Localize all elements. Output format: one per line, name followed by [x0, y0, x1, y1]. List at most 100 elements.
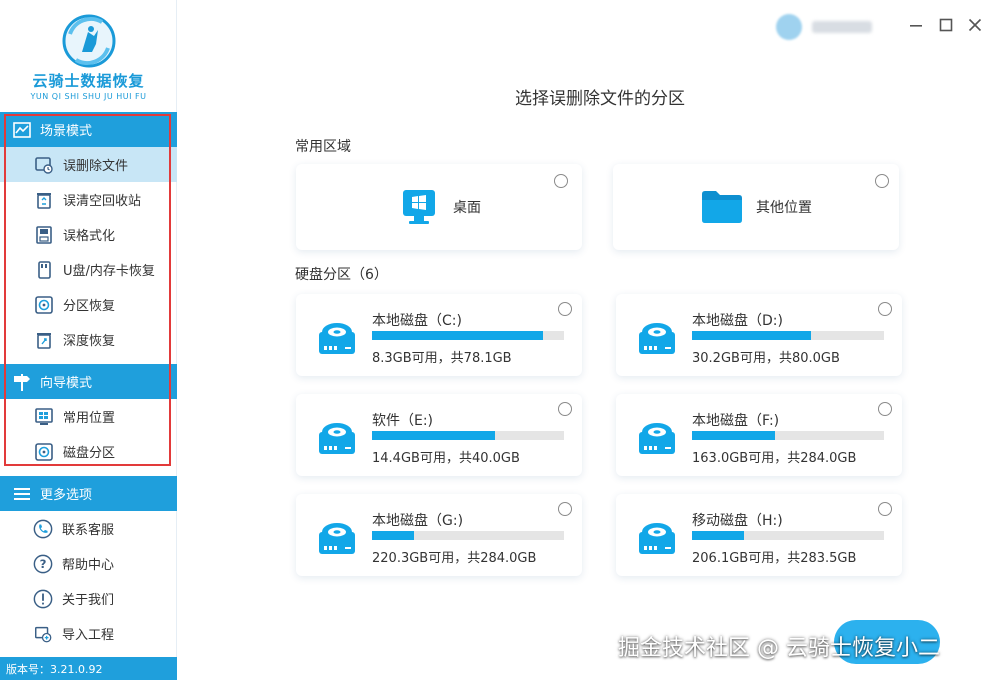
help-icon: ?: [33, 554, 53, 574]
sidebar-item-format[interactable]: 误格式化: [0, 217, 177, 252]
watermark: 掘金技术社区 @ 云骑士恢复小二: [618, 636, 940, 661]
maximize-icon: [939, 18, 953, 32]
recycle-bin-icon: [34, 190, 54, 210]
deep-recovery-icon: [34, 330, 54, 350]
svg-text:?: ?: [40, 557, 47, 571]
minimize-button[interactable]: [905, 14, 927, 36]
disk-card[interactable]: 本地磁盘（D:) 30.2GB可用，共80.0GB: [616, 294, 902, 376]
disk-capacity: 163.0GB可用，共284.0GB: [692, 451, 857, 466]
disk-name: 软件（E:): [372, 413, 434, 429]
disk-card[interactable]: 本地磁盘（C:) 8.3GB可用，共78.1GB: [296, 294, 582, 376]
windows-icon: [34, 407, 54, 427]
disk-usage-bar: [692, 431, 884, 440]
user-account[interactable]: [776, 14, 886, 40]
location-label: 桌面: [453, 200, 481, 216]
sidebar-item-usb-card[interactable]: U盘/内存卡恢复: [0, 252, 177, 287]
disk-capacity: 220.3GB可用，共284.0GB: [372, 551, 537, 566]
knight-logo-icon: [62, 14, 116, 68]
sidebar-item-label: 帮助中心: [62, 558, 115, 573]
hard-disk-icon: [638, 518, 676, 556]
hard-disk-icon: [638, 418, 676, 456]
scene-mode-header[interactable]: 场景模式: [0, 112, 177, 147]
sidebar-item-contact[interactable]: 联系客服: [0, 511, 177, 546]
format-disk-icon: [34, 225, 54, 245]
location-card-desktop[interactable]: 桌面: [296, 164, 582, 250]
desktop-radio[interactable]: [554, 174, 568, 188]
sidebar-item-import[interactable]: 导入工程: [0, 616, 177, 651]
disk-capacity: 30.2GB可用，共80.0GB: [692, 351, 840, 366]
disk-card[interactable]: 本地磁盘（G:) 220.3GB可用，共284.0GB: [296, 494, 582, 576]
disk-radio[interactable]: [558, 302, 572, 316]
disk-card[interactable]: 本地磁盘（F:) 163.0GB可用，共284.0GB: [616, 394, 902, 476]
sidebar-item-deep-recovery[interactable]: 深度恢复: [0, 322, 177, 357]
sidebar-item-about[interactable]: 关于我们: [0, 581, 177, 616]
info-icon: [33, 589, 53, 609]
disk-name: 本地磁盘（G:): [372, 513, 464, 529]
disk-usage-bar: [372, 331, 564, 340]
disk-usage-bar: [372, 431, 564, 440]
location-label: 其他位置: [756, 200, 812, 216]
disk-usage-fill: [372, 431, 495, 440]
disk-usage-fill: [372, 531, 415, 540]
menu-icon: [12, 484, 32, 504]
disk-partition-label: 硬盘分区（6）: [295, 267, 388, 283]
version-label: 版本号：3.21.0.92: [0, 657, 177, 680]
disk-card[interactable]: 移动磁盘（H:) 206.1GB可用，共283.5GB: [616, 494, 902, 576]
sidebar-item-label: 误清空回收站: [63, 194, 142, 209]
disk-name: 本地磁盘（D:): [692, 313, 783, 329]
sidebar-item-label: 误格式化: [63, 229, 116, 244]
disk-capacity: 206.1GB可用，共283.5GB: [692, 551, 857, 566]
usb-card-icon: [34, 260, 54, 280]
sidebar-item-recycle-bin[interactable]: 误清空回收站: [0, 182, 177, 217]
maximize-button[interactable]: [935, 14, 957, 36]
sidebar-item-help[interactable]: ? 帮助中心: [0, 546, 177, 581]
disk-radio[interactable]: [558, 502, 572, 516]
sidebar-item-label: 关于我们: [62, 593, 115, 608]
disk-radio[interactable]: [878, 502, 892, 516]
avatar: [776, 14, 802, 40]
disk-card[interactable]: 软件（E:) 14.4GB可用，共40.0GB: [296, 394, 582, 476]
phone-icon: [33, 519, 53, 539]
page-title: 选择误删除文件的分区: [515, 89, 685, 109]
sidebar: 云骑士数据恢复 YUN QI SHI SHU JU HUI FU 场景模式 误删…: [0, 0, 177, 680]
disk-usage-fill: [692, 331, 812, 340]
signpost-icon: [12, 372, 32, 392]
disk-name: 移动磁盘（H:): [692, 513, 783, 529]
hard-disk-icon: [318, 518, 356, 556]
minimize-icon: [910, 25, 922, 27]
disk-capacity: 14.4GB可用，共40.0GB: [372, 451, 520, 466]
disk-radio[interactable]: [878, 402, 892, 416]
import-icon: [33, 624, 53, 644]
disk-usage-bar: [692, 531, 884, 540]
sidebar-item-label: 联系客服: [62, 523, 115, 538]
app-logo: 云骑士数据恢复 YUN QI SHI SHU JU HUI FU: [0, 0, 177, 112]
sidebar-item-partition[interactable]: 分区恢复: [0, 287, 177, 322]
hard-disk-icon: [318, 318, 356, 356]
sidebar-item-disk-partition[interactable]: 磁盘分区: [0, 434, 177, 469]
sidebar-item-label: 导入工程: [62, 628, 115, 643]
disk-partition-icon: [34, 442, 54, 462]
guide-mode-header[interactable]: 向导模式: [0, 364, 177, 399]
disk-usage-fill: [692, 531, 744, 540]
disk-usage-fill: [372, 331, 543, 340]
scene-mode-label: 场景模式: [40, 124, 93, 139]
more-options-header[interactable]: 更多选项: [0, 476, 177, 511]
sidebar-item-deleted-file[interactable]: 误删除文件: [0, 147, 177, 182]
disk-radio[interactable]: [558, 402, 572, 416]
partition-icon: [34, 295, 54, 315]
sidebar-item-label: 磁盘分区: [63, 446, 116, 461]
app-subtitle: YUN QI SHI SHU JU HUI FU: [30, 92, 147, 101]
disk-name: 本地磁盘（F:): [692, 413, 780, 429]
sidebar-item-label: 误删除文件: [63, 159, 129, 174]
username-blurred: [812, 21, 872, 33]
app-title: 云骑士数据恢复: [32, 72, 145, 90]
disk-usage-bar: [372, 531, 564, 540]
other-location-radio[interactable]: [875, 174, 889, 188]
close-icon: [968, 18, 982, 32]
location-card-other[interactable]: 其他位置: [613, 164, 899, 250]
disk-radio[interactable]: [878, 302, 892, 316]
sidebar-item-common-location[interactable]: 常用位置: [0, 399, 177, 434]
hard-disk-icon: [318, 418, 356, 456]
common-area-label: 常用区域: [295, 139, 351, 155]
close-button[interactable]: [964, 14, 986, 36]
